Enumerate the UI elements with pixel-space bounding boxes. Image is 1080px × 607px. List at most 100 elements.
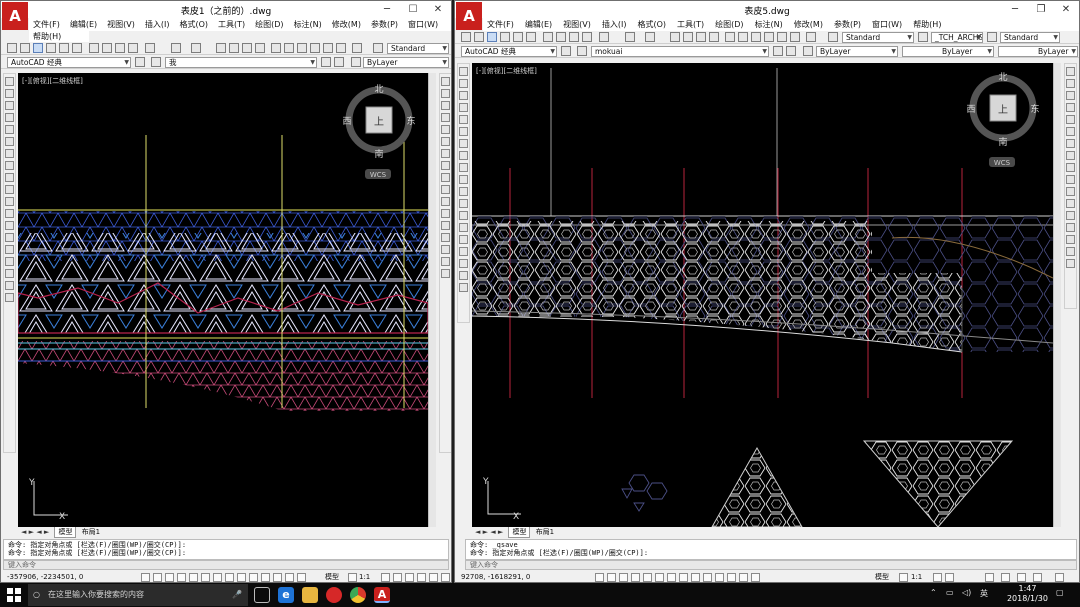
copy-icon[interactable] (556, 32, 566, 42)
circle-icon[interactable] (5, 149, 14, 158)
table-icon[interactable] (5, 281, 14, 290)
annotation-scale[interactable]: 1:1 (359, 572, 370, 582)
previous-layer-icon[interactable] (334, 57, 344, 67)
markup-icon[interactable] (777, 32, 787, 42)
revcloud-icon[interactable] (459, 151, 468, 160)
zoom-previous-icon[interactable] (255, 43, 265, 53)
menu-file[interactable]: 文件(F) (487, 18, 514, 31)
microphone-icon[interactable]: 🎤 (232, 584, 242, 606)
menu-parametric[interactable]: 参数(P) (834, 18, 861, 31)
point-icon[interactable] (459, 223, 468, 232)
text-style-select[interactable]: Standard ▼ (842, 32, 914, 43)
explode-icon[interactable] (441, 269, 450, 278)
linetype-select[interactable]: ByLayer ▼ (363, 57, 449, 68)
workspace-switch-icon[interactable] (945, 573, 954, 582)
ortho-mode-icon[interactable] (631, 573, 640, 582)
maximize-button[interactable]: ☐ (401, 2, 425, 17)
gradient-icon[interactable] (5, 257, 14, 266)
menu-edit[interactable]: 编辑(E) (70, 18, 97, 31)
menu-help[interactable]: 帮助(H) (913, 18, 941, 31)
preview-icon[interactable] (513, 32, 523, 42)
open-icon[interactable] (474, 32, 484, 42)
menu-edit[interactable]: 编辑(E) (525, 18, 552, 31)
workspace-switch-icon[interactable] (393, 573, 402, 582)
task-view-icon[interactable] (254, 587, 270, 603)
clean-screen-icon[interactable] (1033, 573, 1042, 582)
recorder-icon[interactable] (326, 587, 342, 603)
rotate-icon[interactable] (1066, 139, 1075, 148)
break-point-icon[interactable] (441, 209, 450, 218)
viewport-controls[interactable]: [-][俯视][二维线框] (476, 66, 537, 76)
table-style-select[interactable]: Standard ▼ (1000, 32, 1060, 43)
stretch-icon[interactable] (1066, 163, 1075, 172)
extend-icon[interactable] (441, 197, 450, 206)
layer-select[interactable]: 我 ▼ (165, 57, 317, 68)
object-snap-icon[interactable] (655, 573, 664, 582)
xline-icon[interactable] (5, 89, 14, 98)
menu-format[interactable]: 格式(O) (179, 18, 208, 31)
restore-button[interactable]: ❐ (1029, 2, 1053, 17)
markup-icon[interactable] (323, 43, 333, 53)
menu-draw[interactable]: 绘图(D) (255, 18, 283, 31)
annotation-scale[interactable]: 1:1 (911, 572, 922, 582)
make-block-icon[interactable] (459, 211, 468, 220)
chamfer-icon[interactable] (441, 245, 450, 254)
menu-view[interactable]: 视图(V) (563, 18, 591, 31)
viewcube-east-label[interactable]: 东 (1030, 103, 1039, 115)
menu-insert[interactable]: 插入(I) (145, 18, 170, 31)
dim-style-select[interactable]: _TCH_ARCH& ▼ (931, 32, 983, 43)
join-icon[interactable] (441, 233, 450, 242)
tool-palettes-icon[interactable] (297, 43, 307, 53)
status-menu-icon[interactable] (1055, 573, 1064, 582)
publish-icon[interactable] (72, 43, 82, 53)
tool-palettes-icon[interactable] (751, 32, 761, 42)
help-icon[interactable] (806, 32, 816, 42)
workspace-settings-icon[interactable] (561, 46, 571, 56)
pan-icon[interactable] (216, 43, 226, 53)
lock-icon[interactable] (405, 573, 414, 582)
status-menu-icon[interactable] (441, 573, 450, 582)
line-icon[interactable] (459, 67, 468, 76)
selection-cycling-icon[interactable] (751, 573, 760, 582)
match-icon[interactable] (582, 32, 592, 42)
layer-properties-icon[interactable] (151, 57, 161, 67)
selection-cycling-icon[interactable] (297, 573, 306, 582)
properties-icon[interactable] (725, 32, 735, 42)
action-center-icon[interactable]: ▢ (1056, 588, 1064, 597)
make-current-layer-icon[interactable] (321, 57, 331, 67)
isolate-objects-icon[interactable] (1017, 573, 1026, 582)
tab-nav-icon[interactable]: ◄ ► ◄ ► (18, 527, 52, 537)
polar-tracking-icon[interactable] (643, 573, 652, 582)
polyline-icon[interactable] (5, 101, 14, 110)
hatch-icon[interactable] (459, 235, 468, 244)
erase-icon[interactable] (1066, 67, 1075, 76)
arc-icon[interactable] (459, 127, 468, 136)
linetype-select[interactable]: ByLayer ▼ (902, 46, 994, 57)
rectangle-icon[interactable] (5, 125, 14, 134)
menu-modify[interactable]: 修改(M) (794, 18, 823, 31)
design-center-icon[interactable] (284, 43, 294, 53)
block-edit-icon[interactable] (145, 43, 155, 53)
point-icon[interactable] (5, 233, 14, 242)
line-icon[interactable] (5, 77, 14, 86)
3d-object-snap-icon[interactable] (213, 573, 222, 582)
menu-insert[interactable]: 插入(I) (602, 18, 627, 31)
menu-dimension[interactable]: 标注(N) (294, 18, 322, 31)
taskbar-search-input[interactable]: ○ 在这里输入你要搜索的内容 🎤 (28, 584, 248, 606)
system-clock[interactable]: 1:47 2018/1/30 (1007, 584, 1048, 604)
minimize-button[interactable]: ─ (1003, 2, 1027, 17)
color-select[interactable]: ByLayer ▼ (816, 46, 898, 57)
offset-icon[interactable] (441, 113, 450, 122)
workspace-select[interactable]: AutoCAD 经典 ▼ (7, 57, 131, 68)
ellipse-arc-icon[interactable] (459, 187, 468, 196)
object-snap-icon[interactable] (201, 573, 210, 582)
auto-scale-icon[interactable] (933, 573, 942, 582)
model-space-toggle[interactable]: 模型 (325, 572, 339, 582)
workspace-settings-icon[interactable] (135, 57, 145, 67)
block-edit-icon[interactable] (599, 32, 609, 42)
viewcube-east-label[interactable]: 东 (406, 115, 415, 127)
vertical-scrollbar[interactable] (428, 73, 436, 527)
menu-file[interactable]: 文件(F) (33, 18, 60, 31)
tab-layout1[interactable]: 布局1 (533, 527, 557, 537)
input-method-indicator[interactable]: 英 (980, 588, 988, 599)
